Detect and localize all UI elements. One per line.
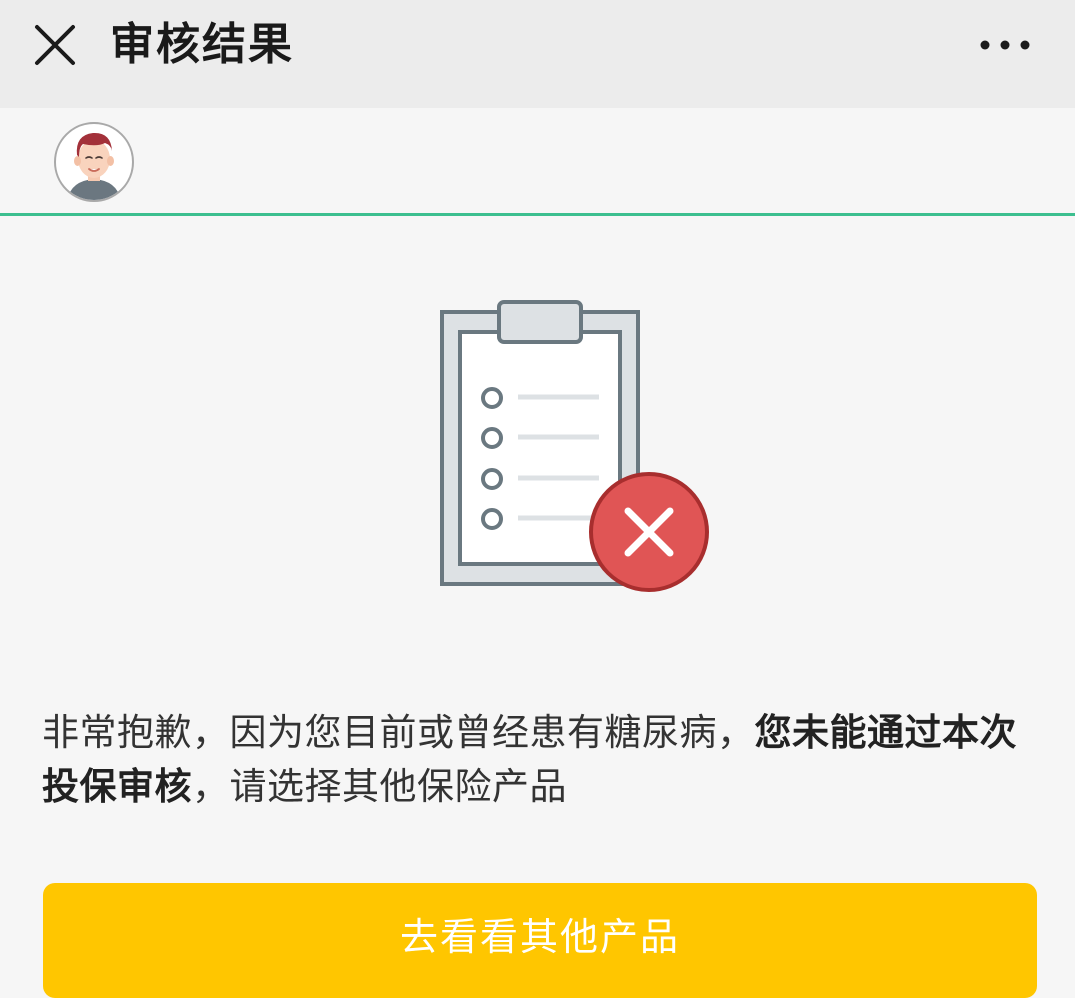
rejection-message: 非常抱歉，因为您目前或曾经患有糖尿病，您未能通过本次投保审核，请选择其他保险产品 (42, 706, 1042, 814)
close-button[interactable] (30, 20, 80, 70)
user-info-bar (0, 108, 1075, 216)
message-text-end: ，请选择其他保险产品 (192, 765, 567, 808)
avatar[interactable] (53, 121, 135, 203)
page-title: 审核结果 (110, 19, 294, 70)
close-icon (35, 25, 75, 65)
message-text: 非常抱歉，因为您目前或曾经患有糖尿病， (42, 711, 755, 754)
user-avatar-icon (54, 122, 134, 202)
more-options-button[interactable] (970, 28, 1040, 62)
more-dots-icon (980, 40, 1030, 50)
view-other-products-button[interactable]: 去看看其他产品 (43, 883, 1037, 998)
review-rejected-illustration (430, 290, 720, 600)
clipboard-rejected-icon (440, 300, 709, 592)
top-navigation-bar: 审核结果 (0, 0, 1075, 108)
